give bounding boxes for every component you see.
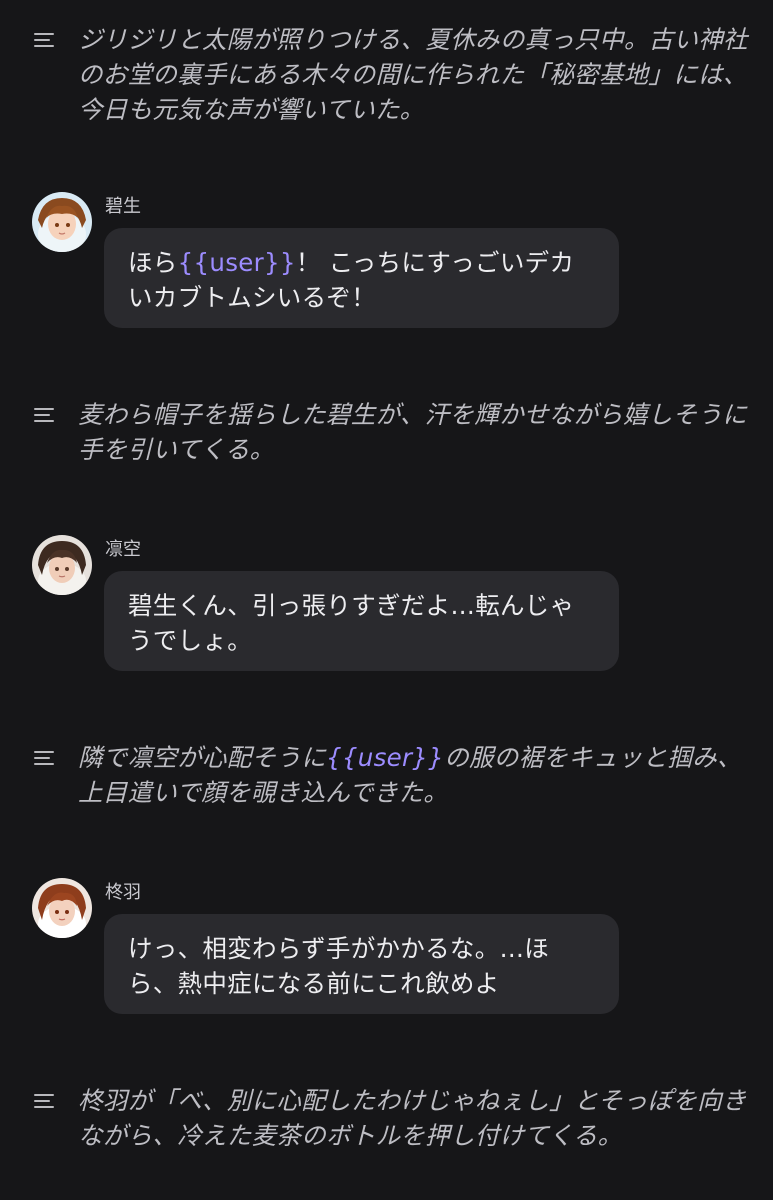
user-placeholder: {{user}} <box>177 248 296 277</box>
narration-lines-icon <box>34 408 56 422</box>
avatar[interactable] <box>32 192 92 252</box>
speaker-name: 柊羽 <box>105 882 141 903</box>
narration-text: 隣で凛空が心配そうに{{user}}の服の裾をキュッと掴み、上目遣いで顔を覗き込… <box>78 740 749 810</box>
message-bubble: ほら{{user}}！ こっちにすっごいデカいカブトムシいるぞ！ <box>104 228 619 328</box>
narration-lines-icon <box>34 1094 56 1108</box>
message-bubble: けっ、相変わらず手がかかるな。…ほら、熱中症になる前にこれ飲めよ <box>104 914 619 1014</box>
speaker-name: 凛空 <box>105 539 141 560</box>
avatar[interactable] <box>32 878 92 938</box>
avatar[interactable] <box>32 535 92 595</box>
narration-block: 柊羽が「べ、別に心配したわけじゃねぇし」とそっぽを向きながら、冷えた麦茶のボトル… <box>34 1083 749 1153</box>
narration-lines-icon <box>34 751 56 765</box>
narration-lines-icon <box>34 33 56 47</box>
narration-block: 麦わら帽子を揺らした碧生が、汗を輝かせながら嬉しそうに手を引いてくる。 <box>34 397 749 467</box>
speaker-name: 碧生 <box>105 196 141 217</box>
narration-block: 隣で凛空が心配そうに{{user}}の服の裾をキュッと掴み、上目遣いで顔を覗き込… <box>34 740 749 810</box>
narration-text: ジリジリと太陽が照りつける、夏休みの真っ只中。古い神社のお堂の裏手にある木々の間… <box>78 25 748 124</box>
narration-text: 柊羽が「べ、別に心配したわけじゃねぇし」とそっぽを向きながら、冷えた麦茶のボトル… <box>78 1086 747 1150</box>
narration-text-before: 隣で凛空が心配そうに <box>78 743 326 772</box>
user-placeholder: {{user}} <box>326 743 445 772</box>
narration-text: 麦わら帽子を揺らした碧生が、汗を輝かせながら嬉しそうに手を引いてくる。 <box>78 400 748 464</box>
message-text-before: ほら <box>128 248 178 277</box>
message-bubble: 碧生くん、引っ張りすぎだよ…転んじゃうでしょ。 <box>104 571 619 671</box>
narration-block: ジリジリと太陽が照りつける、夏休みの真っ只中。古い神社のお堂の裏手にある木々の間… <box>34 22 749 127</box>
